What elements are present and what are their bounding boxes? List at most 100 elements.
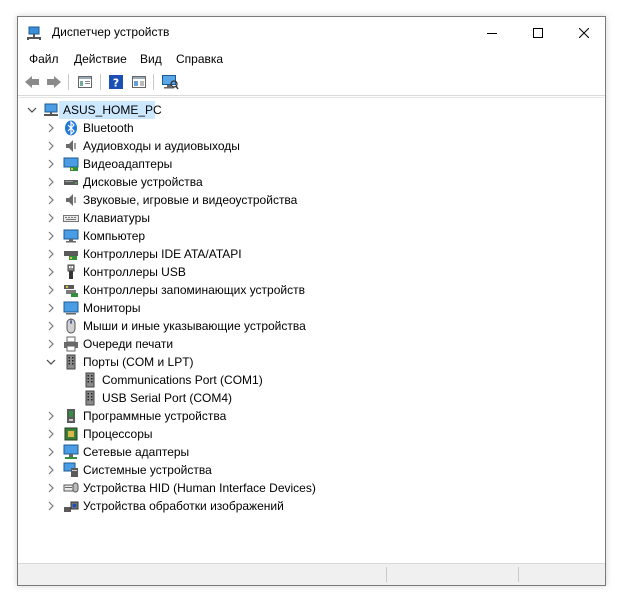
forward-button[interactable] — [45, 73, 63, 91]
system-device-icon — [63, 462, 78, 477]
port-icon — [85, 372, 95, 388]
tree-item-storage-controllers[interactable]: Контроллеры запоминающих устройств — [19, 281, 579, 299]
close-icon — [579, 27, 589, 38]
storage-controller-icon — [64, 285, 78, 297]
chevron-right-icon — [48, 339, 54, 349]
tree-item-label: Сетевые адаптеры — [83, 445, 190, 459]
tree-item-label: Дисковые устройства — [83, 175, 203, 189]
tree-item-keyboards[interactable]: Клавиатуры — [19, 209, 579, 227]
properties-button[interactable] — [76, 73, 94, 91]
computer-icon — [44, 103, 58, 116]
chevron-right-icon — [48, 303, 54, 313]
bluetooth-icon — [65, 120, 77, 136]
chevron-right-icon — [48, 429, 54, 439]
mouse-icon — [66, 318, 76, 334]
tree-item-label: Видеоадаптеры — [83, 157, 173, 171]
tree-item-label: Звуковые, игровые и видеоустройства — [83, 193, 298, 207]
svg-text:?: ? — [113, 77, 119, 90]
tree-item-label: Аудиовходы и аудиовыходы — [83, 139, 240, 153]
tree-item-label: Bluetooth — [83, 121, 134, 135]
chevron-right-icon — [48, 483, 54, 493]
tree-item-label: Мониторы — [83, 301, 141, 315]
tree-item-imaging-devices[interactable]: Устройства обработки изображений — [19, 497, 579, 515]
chevron-right-icon — [48, 195, 54, 205]
tree-subitem-com1[interactable]: Communications Port (COM1) — [19, 371, 579, 389]
menu-file[interactable]: Файл — [29, 52, 59, 66]
tree-item-sound-devices[interactable]: Звуковые, игровые и видеоустройства — [19, 191, 579, 209]
tree-item-audio-io[interactable]: Аудиовходы и аудиовыходы — [19, 137, 579, 155]
scan-hardware-button[interactable] — [161, 73, 179, 91]
title-bar[interactable]: Диспетчер устройств — [18, 17, 605, 48]
camera-icon — [64, 501, 79, 512]
tree-item-system-devices[interactable]: Системные устройства — [19, 461, 579, 479]
tree-item-processors[interactable]: Процессоры — [19, 425, 579, 443]
speaker-icon — [66, 140, 76, 152]
properties-icon — [78, 76, 92, 88]
tree-item-computer[interactable]: Компьютер — [19, 227, 579, 245]
toolbar-separator — [100, 74, 101, 90]
tree-item-disk-drives[interactable]: Дисковые устройства — [19, 173, 579, 191]
computer-icon — [63, 229, 79, 243]
tree-item-label: Клавиатуры — [83, 211, 150, 225]
help-icon: ? — [109, 75, 123, 90]
tree-item-mice[interactable]: Мыши и иные указывающие устройства — [19, 317, 579, 335]
tree-item-monitors[interactable]: Мониторы — [19, 299, 579, 317]
processor-icon — [64, 427, 78, 441]
tree-item-label: Контроллеры IDE ATA/ATAPI — [83, 247, 242, 261]
keyboard-icon — [63, 215, 79, 222]
tree-item-ide-controllers[interactable]: Контроллеры IDE ATA/ATAPI — [19, 245, 579, 263]
chevron-right-icon — [48, 213, 54, 223]
chevron-right-icon — [48, 267, 54, 277]
menu-help[interactable]: Справка — [176, 52, 223, 66]
tree-item-display-adapters[interactable]: Видеоадаптеры — [19, 155, 579, 173]
tree-item-ports[interactable]: Порты (COM и LPT) — [19, 353, 579, 371]
chevron-right-icon — [48, 465, 54, 475]
menu-view[interactable]: Вид — [140, 52, 162, 66]
tree-root-label: ASUS_HOME_PC — [63, 103, 162, 117]
chevron-right-icon — [48, 321, 54, 331]
menu-bar: Файл Действие Вид Справка — [18, 48, 605, 68]
tree-item-bluetooth[interactable]: Bluetooth — [19, 119, 579, 137]
toolbar-separator — [153, 74, 154, 90]
tree-item-label: Устройства HID (Human Interface Devices) — [83, 481, 316, 495]
tree-root[interactable]: ASUS_HOME_PC — [19, 101, 579, 119]
tree-subitem-com4[interactable]: USB Serial Port (COM4) — [19, 389, 579, 407]
menu-action[interactable]: Действие — [74, 52, 127, 66]
speaker-icon — [66, 194, 76, 206]
software-device-icon — [67, 409, 75, 423]
tree-item-label: Компьютер — [83, 229, 146, 243]
chevron-right-icon — [48, 285, 54, 295]
chevron-right-icon — [48, 249, 54, 259]
chevron-right-icon — [48, 501, 54, 511]
forward-arrow-icon — [47, 76, 61, 88]
display-adapter-icon — [63, 157, 79, 171]
toolbar: ? — [18, 69, 605, 96]
close-button[interactable] — [561, 17, 607, 48]
hid-icon — [63, 482, 79, 493]
port-icon — [85, 390, 95, 406]
chevron-right-icon — [48, 123, 54, 133]
tree-item-network-adapters[interactable]: Сетевые адаптеры — [19, 443, 579, 461]
chevron-down-icon — [46, 359, 56, 365]
tree-item-label: Контроллеры запоминающих устройств — [83, 283, 305, 297]
status-separator — [518, 567, 519, 582]
maximize-button[interactable] — [515, 17, 561, 48]
printer-icon — [64, 336, 78, 352]
action-view-button[interactable] — [130, 73, 148, 91]
tree-item-hid[interactable]: Устройства HID (Human Interface Devices) — [19, 479, 579, 497]
tree-item-usb-controllers[interactable]: Контроллеры USB — [19, 263, 579, 281]
tree-item-label: Порты (COM и LPT) — [83, 355, 194, 369]
minimize-button[interactable] — [469, 17, 515, 48]
monitor-scan-icon — [162, 75, 179, 90]
back-button[interactable] — [23, 73, 41, 91]
help-button[interactable]: ? — [107, 73, 125, 91]
window-title: Диспетчер устройств — [52, 25, 170, 39]
tree-item-print-queues[interactable]: Очереди печати — [19, 335, 579, 353]
tree-item-label: USB Serial Port (COM4) — [102, 391, 233, 405]
device-tree[interactable]: ASUS_HOME_PC Bluetooth Аудиовходы и ауди… — [19, 97, 604, 563]
status-bar — [18, 563, 605, 585]
maximize-icon — [533, 27, 543, 38]
tree-item-software-devices[interactable]: Программные устройства — [19, 407, 579, 425]
minimize-icon — [487, 32, 497, 34]
tree-item-label: Процессоры — [83, 427, 153, 441]
